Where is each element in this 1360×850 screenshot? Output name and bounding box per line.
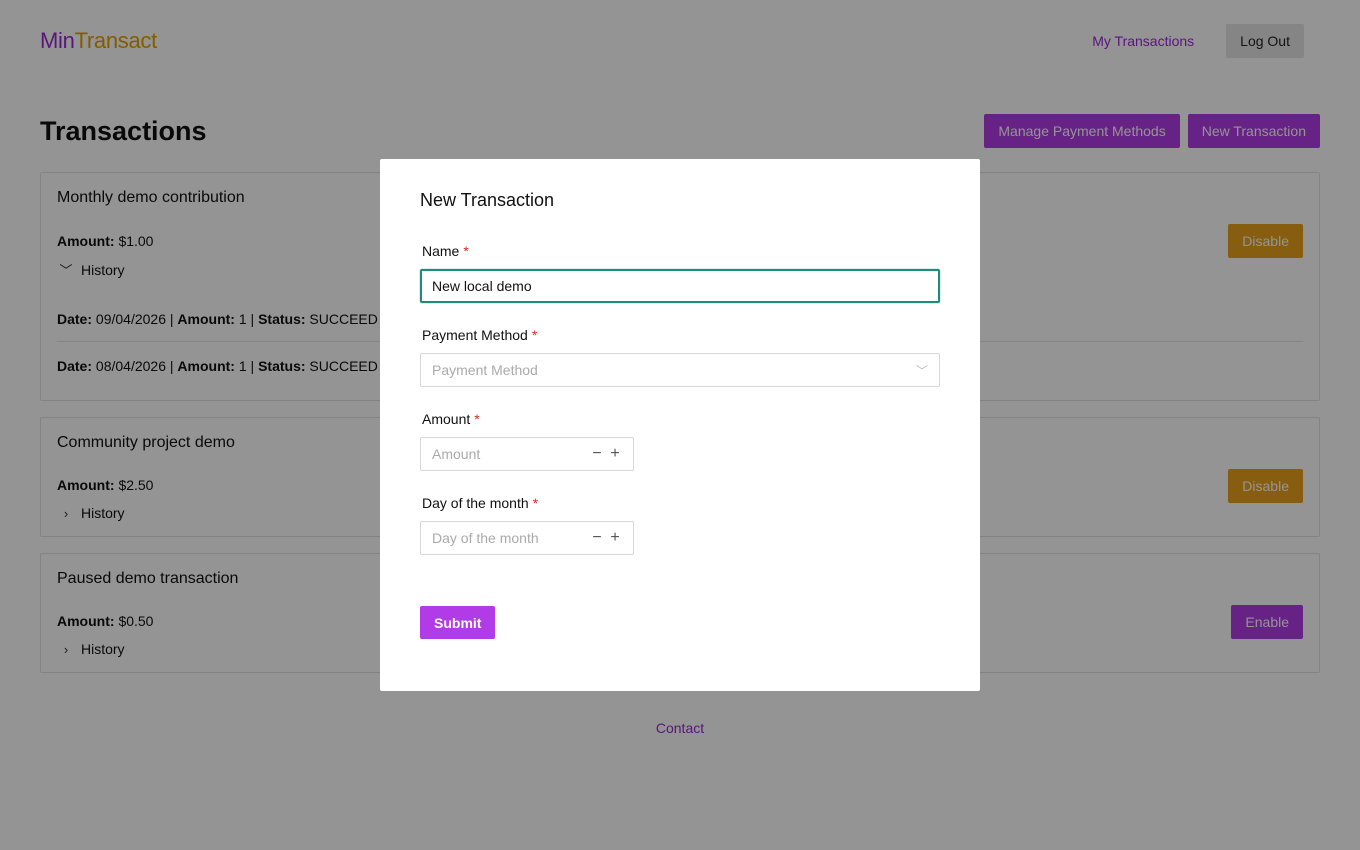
- day-of-month-stepper[interactable]: Day of the month − +: [420, 521, 634, 555]
- name-label-text: Name: [422, 243, 460, 259]
- payment-method-placeholder: Payment Method: [432, 362, 538, 378]
- chevron-down-icon: ﹀: [915, 363, 928, 378]
- day-placeholder: Day of the month: [432, 530, 539, 546]
- minus-icon[interactable]: −: [590, 446, 604, 462]
- payment-method-label-text: Payment Method: [422, 327, 528, 343]
- stepper-controls: − +: [590, 530, 622, 546]
- name-label: Name *: [422, 243, 469, 259]
- submit-button[interactable]: Submit: [420, 606, 496, 639]
- required-mark: *: [463, 243, 469, 259]
- amount-placeholder: Amount: [432, 446, 481, 462]
- required-mark: *: [531, 327, 538, 343]
- required-mark: *: [474, 411, 480, 427]
- day-label-text: Day of the month: [422, 495, 529, 511]
- payment-method-label: Payment Method *: [422, 327, 537, 343]
- payment-method-select[interactable]: Payment Method ﹀: [420, 353, 940, 387]
- plus-icon[interactable]: +: [608, 530, 622, 546]
- new-transaction-modal: New Transaction Name* Payment Method* Pa…: [380, 159, 980, 691]
- required-mark: *: [532, 495, 539, 511]
- name-input[interactable]: [420, 269, 940, 303]
- modal-title: New Transaction: [420, 190, 555, 210]
- amount-stepper[interactable]: Amount − +: [420, 437, 634, 471]
- plus-icon[interactable]: +: [608, 446, 622, 462]
- minus-icon[interactable]: −: [590, 530, 604, 546]
- amount-label: Amount *: [422, 411, 480, 427]
- stepper-controls: − +: [590, 446, 622, 462]
- day-of-month-label: Day of the month *: [422, 495, 538, 511]
- amount-label-text: Amount: [422, 411, 471, 427]
